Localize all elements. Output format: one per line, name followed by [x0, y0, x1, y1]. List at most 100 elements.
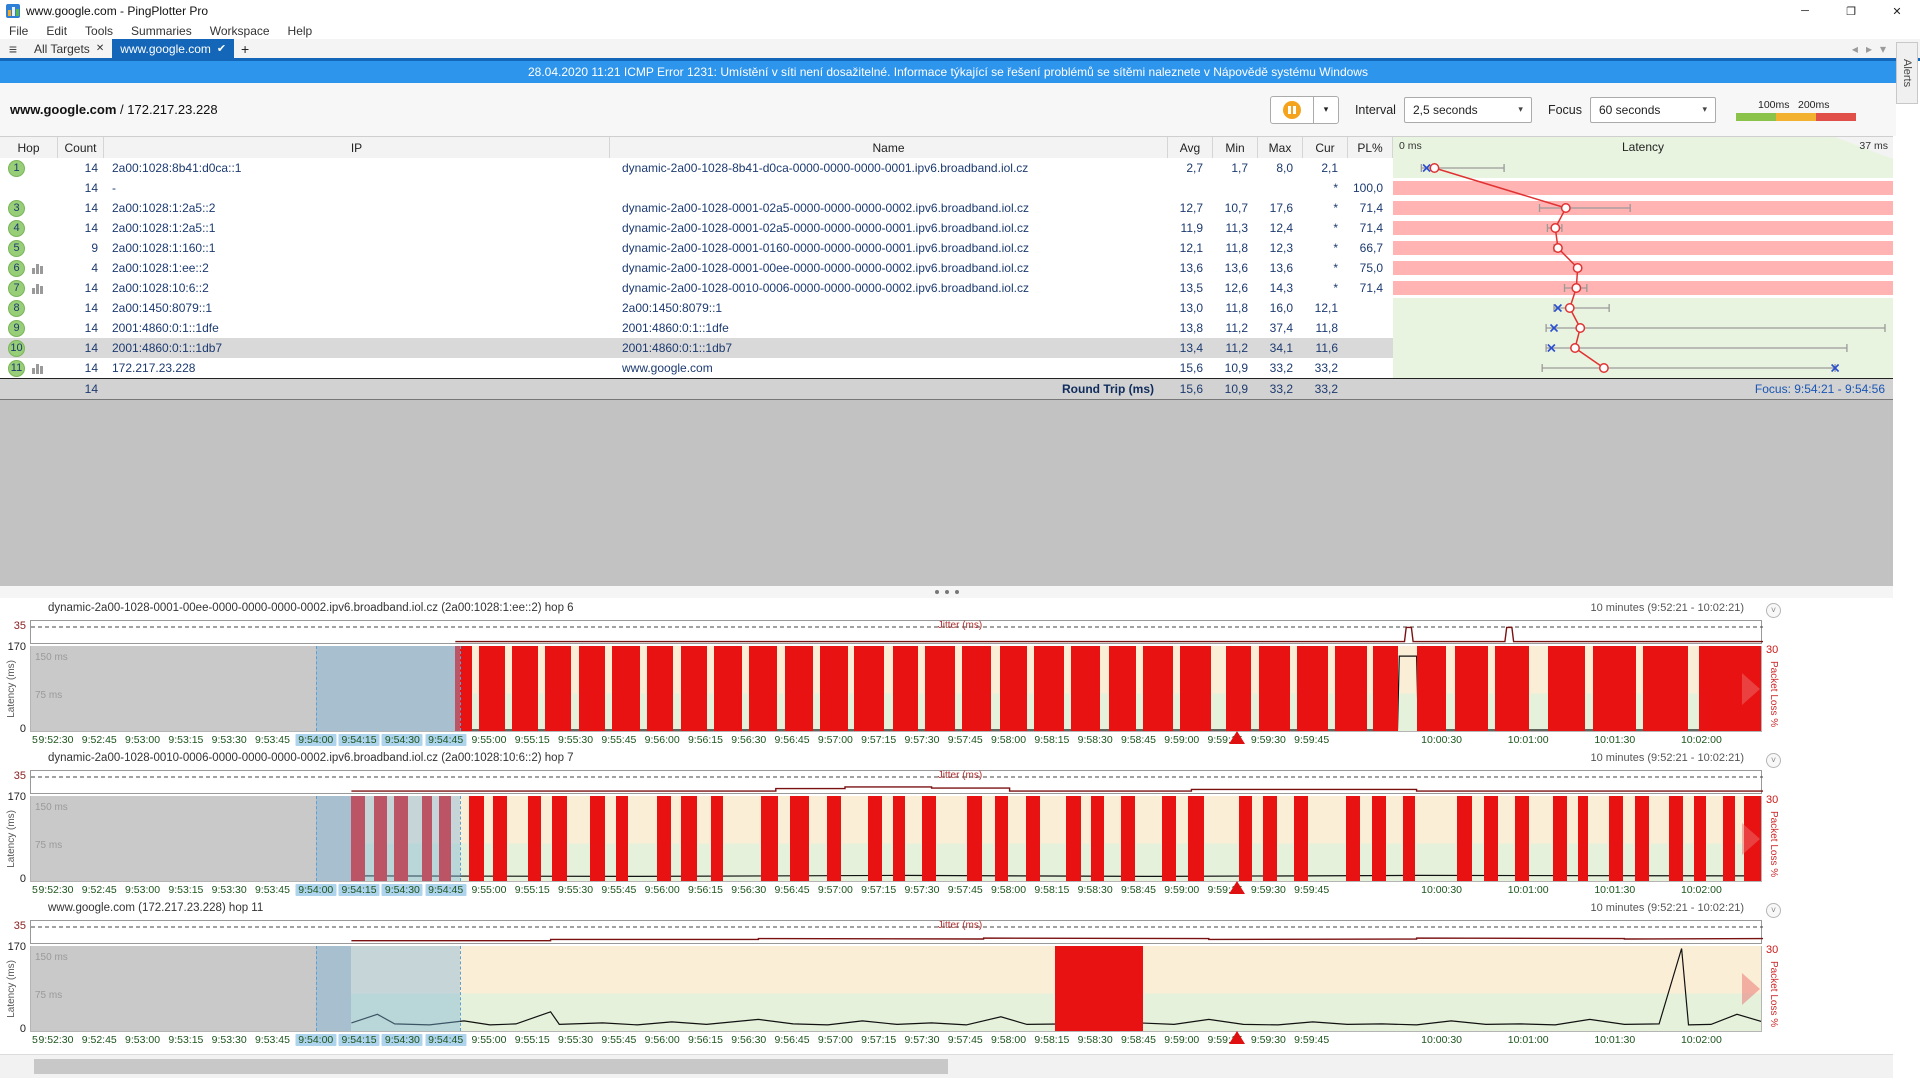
focus-label: Focus	[1548, 103, 1582, 117]
menu-tools[interactable]: Tools	[76, 24, 122, 38]
splitter-handle[interactable]	[0, 586, 1893, 598]
time-tick-label: 9:58:30	[1078, 884, 1113, 896]
time-tick-label: 9:59:30	[1251, 734, 1286, 746]
table-row[interactable]: 592a00:1028:1:160::1dynamic-2a00-1028-00…	[0, 238, 1893, 258]
header-name[interactable]: Name	[610, 137, 1168, 159]
name-cell: dynamic-2a00-1028-0001-0160-0000-0000-00…	[610, 238, 1168, 258]
pause-dropdown-button[interactable]: ▾	[1314, 96, 1339, 124]
scrollbar-thumb[interactable]	[34, 1059, 948, 1074]
avg-cell: 2,7	[1168, 158, 1213, 178]
tab-all-targets[interactable]: All Targets ✕	[26, 39, 112, 58]
time-tick-label: 10:00:30	[1421, 884, 1462, 896]
packet-loss-bar	[1034, 646, 1063, 731]
hop-number-badge: 11	[8, 360, 25, 377]
avg-cell: 12,1	[1168, 238, 1213, 258]
time-tick-label: 9:57:15	[861, 884, 896, 896]
time-tick-label: 9:54:00	[295, 1034, 336, 1046]
table-row[interactable]: 1142a00:1028:8b41:d0ca::1dynamic-2a00-10…	[0, 158, 1893, 178]
table-row[interactable]: 7142a00:1028:10:6::2dynamic-2a00-1028-00…	[0, 278, 1893, 298]
nav-down-icon[interactable]: ▾	[1880, 42, 1886, 56]
header-ip[interactable]: IP	[104, 137, 610, 159]
nav-right-icon[interactable]: ▸	[1866, 42, 1872, 56]
chevron-down-icon[interactable]: ˅	[1766, 903, 1781, 918]
time-tick-label: 9:54:30	[382, 1034, 423, 1046]
nav-left-icon[interactable]: ◂	[1852, 42, 1858, 56]
chevron-down-icon[interactable]: ˅	[1766, 603, 1781, 618]
table-row[interactable]: 14-*100,0	[0, 178, 1893, 198]
focus-region-overlay	[316, 796, 460, 881]
alerts-side-tab[interactable]: Alerts	[1896, 42, 1918, 104]
header-avg[interactable]: Avg	[1168, 137, 1213, 159]
menu-summaries[interactable]: Summaries	[122, 24, 201, 38]
round-trip-row[interactable]: 14 Round Trip (ms) 15,6 10,9 33,2 33,2 F…	[0, 378, 1893, 400]
packet-loss-bar	[545, 646, 571, 731]
icmp-error-banner[interactable]: 28.04.2020 11:21 ICMP Error 1231: Umístě…	[0, 61, 1896, 83]
menu-file[interactable]: File	[0, 24, 37, 38]
timeline-range-label[interactable]: 10 minutes (9:52:21 - 10:02:21)	[1591, 902, 1744, 914]
tab-www-google-com[interactable]: www.google.com ✔	[112, 39, 234, 58]
focus-select[interactable]: 60 seconds ▾	[1590, 97, 1716, 123]
table-row[interactable]: 642a00:1028:1:ee::2dynamic-2a00-1028-000…	[0, 258, 1893, 278]
avg-cell: 15,6	[1168, 358, 1213, 378]
time-tick-label: 9:59:30	[1251, 884, 1286, 896]
hamburger-icon[interactable]: ≡	[0, 39, 26, 58]
packet-loss-bar	[1109, 646, 1137, 731]
timeline-range-label[interactable]: 10 minutes (9:52:21 - 10:02:21)	[1591, 752, 1744, 764]
table-row[interactable]: 1114172.217.23.228www.google.com15,610,9…	[0, 358, 1893, 378]
packet-loss-cell	[1348, 298, 1393, 318]
packet-loss-bar	[1026, 796, 1040, 881]
avg-cell: 13,6	[1168, 258, 1213, 278]
header-hop[interactable]: Hop	[0, 137, 58, 159]
timeline-range-label[interactable]: 10 minutes (9:52:21 - 10:02:21)	[1591, 602, 1744, 614]
latency-timeline-plot[interactable]: 150 ms75 ms	[30, 796, 1762, 882]
time-tick-label: 9:56:30	[731, 1034, 766, 1046]
header-min[interactable]: Min	[1213, 137, 1258, 159]
time-tick-label: 9:54:45	[425, 1034, 466, 1046]
table-row[interactable]: 8142a00:1450:8079::12a00:1450:8079::113,…	[0, 298, 1893, 318]
scroll-right-arrow-icon[interactable]	[1742, 673, 1760, 705]
packet-loss-axis-label: Packet Loss %	[1768, 806, 1779, 882]
time-tick-label: 10:02:00	[1681, 1034, 1722, 1046]
tab-close-icon[interactable]: ✕	[96, 43, 104, 54]
trace-table-header: Hop Count IP Name Avg Min Max Cur PL% 0 …	[0, 136, 1893, 160]
minimize-icon[interactable]: ─	[1782, 0, 1828, 22]
maximize-icon[interactable]: ❐	[1828, 0, 1874, 22]
header-cur[interactable]: Cur	[1303, 137, 1348, 159]
chevron-down-icon[interactable]: ˅	[1766, 753, 1781, 768]
menu-help[interactable]: Help	[279, 24, 322, 38]
time-tick-label: 9:54:45	[425, 884, 466, 896]
max-cell: 33,2	[1258, 358, 1303, 378]
time-tick-label: 9:58:45	[1121, 884, 1156, 896]
packet-loss-bar	[1373, 646, 1397, 731]
add-tab-button[interactable]: +	[234, 39, 256, 58]
time-tick-label: 9:54:15	[339, 884, 380, 896]
latency-timeline-plot[interactable]: 150 ms75 ms	[30, 646, 1762, 732]
count-cell: 14	[58, 298, 104, 318]
latency-timeline-plot[interactable]: 150 ms75 ms	[30, 946, 1762, 1032]
table-row[interactable]: 3142a00:1028:1:2a5::2dynamic-2a00-1028-0…	[0, 198, 1893, 218]
legend-100ms-label: 100ms	[1758, 99, 1790, 111]
horizontal-scrollbar[interactable]	[0, 1054, 1893, 1078]
time-tick-label: 9:54:45	[425, 734, 466, 746]
time-tick-label: 5	[32, 734, 38, 746]
menu-workspace[interactable]: Workspace	[201, 24, 279, 38]
header-max[interactable]: Max	[1258, 137, 1303, 159]
scroll-right-arrow-icon[interactable]	[1742, 823, 1760, 855]
menu-edit[interactable]: Edit	[37, 24, 76, 38]
packet-loss-cell: 66,7	[1348, 238, 1393, 258]
header-count[interactable]: Count	[58, 137, 104, 159]
table-row[interactable]: 9142001:4860:0:1::1dfe2001:4860:0:1::1df…	[0, 318, 1893, 338]
close-icon[interactable]: ✕	[1874, 0, 1920, 22]
time-tick-label: 9:59:00	[1164, 1034, 1199, 1046]
packet-loss-bar	[590, 796, 606, 881]
time-tick-label: 9:55:45	[601, 1034, 636, 1046]
pause-button[interactable]	[1270, 96, 1314, 124]
scroll-right-arrow-icon[interactable]	[1742, 973, 1760, 1005]
table-row[interactable]: 10142001:4860:0:1::1db72001:4860:0:1::1d…	[0, 338, 1893, 358]
name-cell: dynamic-2a00-1028-0001-02a5-0000-0000-00…	[610, 198, 1168, 218]
interval-select[interactable]: 2,5 seconds ▾	[1404, 97, 1532, 123]
min-cell: 11,2	[1213, 338, 1258, 358]
max-cell: 14,3	[1258, 278, 1303, 298]
header-pl[interactable]: PL%	[1348, 137, 1393, 159]
table-row[interactable]: 4142a00:1028:1:2a5::1dynamic-2a00-1028-0…	[0, 218, 1893, 238]
